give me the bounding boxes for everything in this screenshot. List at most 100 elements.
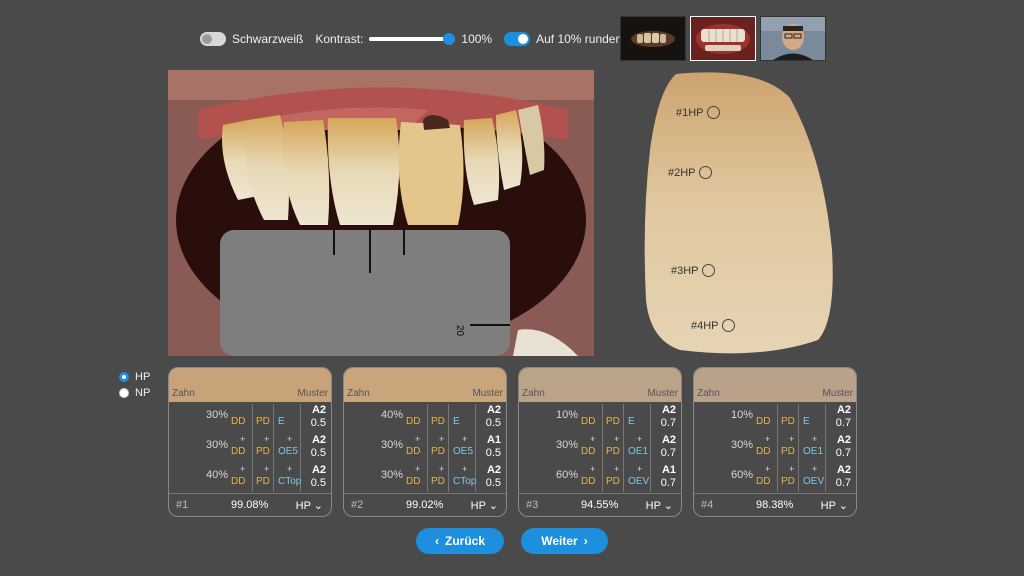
dd-label: DD: [756, 446, 771, 457]
mode-select[interactable]: HP ⌄: [646, 499, 673, 512]
contrast-slider-thumb[interactable]: [443, 33, 456, 45]
layer-row: 30% + + + DD PD OE5 A1 0.5: [344, 432, 506, 462]
hp-marker-1[interactable]: #1HP: [676, 106, 720, 119]
shade-swatch: Zahn Muster: [694, 368, 856, 402]
marker-circle: [721, 319, 735, 332]
radio-np-dot[interactable]: [119, 388, 129, 398]
layer-row: 10% DD PD E A2 0.7: [694, 402, 856, 432]
zahn-label: Zahn: [172, 388, 195, 399]
layer-percent: 30%: [205, 409, 228, 421]
match-score: 94.55%: [581, 499, 619, 511]
view-mode-radio-group: HP NP: [119, 369, 150, 401]
shade-code: A2: [311, 464, 326, 476]
hp-marker-4[interactable]: #4HP: [691, 319, 735, 332]
layer-row: 30% + + + DD PD OE1 A2 0.7: [519, 432, 681, 462]
layer-percent: 10%: [730, 409, 753, 421]
layer-percent: 60%: [555, 469, 578, 481]
shade-value: 0.5: [485, 447, 501, 459]
plus-icon: +: [789, 464, 795, 474]
layer-percent: 30%: [380, 439, 403, 451]
zahn-label: Zahn: [522, 388, 545, 399]
shade-swatch: Zahn Muster: [169, 368, 331, 402]
marker-circle: [706, 106, 720, 119]
hp-marker-3[interactable]: #3HP: [671, 264, 715, 277]
material-label: E: [803, 416, 810, 427]
image-thumbnails: [620, 16, 826, 61]
shade-result-card[interactable]: Zahn Muster 30% DD PD E A2 0.5 30% + + + DD PD OE5 A2 0.…: [168, 367, 332, 517]
dd-label: DD: [406, 476, 421, 487]
muster-label: Muster: [472, 388, 503, 399]
mode-select-value: HP: [645, 500, 661, 512]
card-footer: #4 98.38% HP ⌄: [694, 493, 856, 516]
shade-result-card[interactable]: Zahn Muster 40% DD PD E A2 0.5 30% + + + DD PD OE5 A1 0.…: [343, 367, 507, 517]
hp-marker-label: #2HP: [668, 166, 696, 179]
shade-value: 0.5: [485, 417, 501, 429]
shade-swatch: Zahn Muster: [344, 368, 506, 402]
plus-icon: +: [439, 464, 445, 474]
mode-select[interactable]: HP ⌄: [296, 499, 323, 512]
plus-icon: +: [415, 464, 421, 474]
radio-hp-dot[interactable]: [119, 372, 129, 382]
layer-percent: 60%: [730, 469, 753, 481]
radio-np[interactable]: NP: [119, 385, 150, 401]
zahn-label: Zahn: [697, 388, 720, 399]
chevron-down-icon: ⌄: [313, 500, 323, 512]
shade-code: A1: [661, 464, 676, 476]
pd-label: PD: [256, 416, 270, 427]
thumbnail-smile[interactable]: [690, 16, 756, 61]
match-score: 99.08%: [231, 499, 269, 511]
plus-icon: +: [240, 434, 246, 444]
shade-code: A1: [486, 434, 501, 446]
chevron-right-icon: ›: [583, 534, 588, 548]
material-label: OE5: [453, 446, 474, 457]
dd-label: DD: [756, 476, 771, 487]
mode-select[interactable]: HP ⌄: [471, 499, 498, 512]
layer-percent: 30%: [555, 439, 578, 451]
round-toggle[interactable]: [504, 32, 531, 46]
material-label: OE1: [628, 446, 649, 457]
layer-row: 40% + + + DD PD CTop A2 0.5: [169, 462, 331, 492]
thumbnail-portrait[interactable]: [760, 16, 826, 61]
hp-marker-label: #1HP: [676, 106, 704, 119]
shade-result-card[interactable]: Zahn Muster 10% DD PD E A2 0.7 30% + + + DD PD OE1 A2 0.…: [518, 367, 682, 517]
layer-row: 60% + + + DD PD OEV A1 0.7: [519, 462, 681, 492]
shade-value: 0.7: [835, 447, 851, 459]
plus-icon: +: [240, 464, 246, 474]
card-footer: #2 99.02% HP ⌄: [344, 493, 506, 516]
next-button-label: Weiter: [541, 534, 578, 548]
layer-table: 30% DD PD E A2 0.5 30% + + + DD PD OE5 A2 0.5 40% + + + DD P…: [169, 402, 331, 492]
shade-code: A2: [311, 434, 326, 446]
layer-row: 30% DD PD E A2 0.5: [169, 402, 331, 432]
material-label: OE1: [803, 446, 824, 457]
layer-row: 30% + + + DD PD OE5 A2 0.5: [169, 432, 331, 462]
thumbnail-dark-teeth[interactable]: [620, 16, 686, 61]
shade-value: 0.7: [835, 417, 851, 429]
hp-marker-2[interactable]: #2HP: [668, 166, 712, 179]
contrast-slider[interactable]: [369, 32, 456, 46]
back-button[interactable]: ‹ Zurück: [416, 528, 504, 554]
shade-result-card[interactable]: Zahn Muster 10% DD PD E A2 0.7 30% + + + DD PD OE1 A2 0.…: [693, 367, 857, 517]
plus-icon: +: [765, 464, 771, 474]
shade-code: A2: [486, 464, 501, 476]
dd-label: DD: [581, 476, 596, 487]
muster-label: Muster: [822, 388, 853, 399]
next-button[interactable]: Weiter ›: [521, 528, 608, 554]
card-footer: #3 94.55% HP ⌄: [519, 493, 681, 516]
grayscale-toggle[interactable]: [200, 32, 226, 46]
plus-icon: +: [812, 464, 818, 474]
radio-hp[interactable]: HP: [119, 369, 150, 385]
pd-label: PD: [606, 446, 620, 457]
plus-icon: +: [614, 434, 620, 444]
marker-circle: [698, 166, 712, 179]
shade-value: 0.5: [310, 447, 326, 459]
plus-icon: +: [439, 434, 445, 444]
layer-row: 30% + + + DD PD CTop A2 0.5: [344, 462, 506, 492]
plus-icon: +: [462, 464, 468, 474]
mode-select[interactable]: HP ⌄: [821, 499, 848, 512]
shade-value: 0.7: [835, 477, 851, 489]
zahn-label: Zahn: [347, 388, 370, 399]
contrast-value: 100%: [461, 32, 493, 46]
card-footer: #1 99.08% HP ⌄: [169, 493, 331, 516]
dd-label: DD: [231, 476, 246, 487]
pd-label: PD: [606, 476, 620, 487]
